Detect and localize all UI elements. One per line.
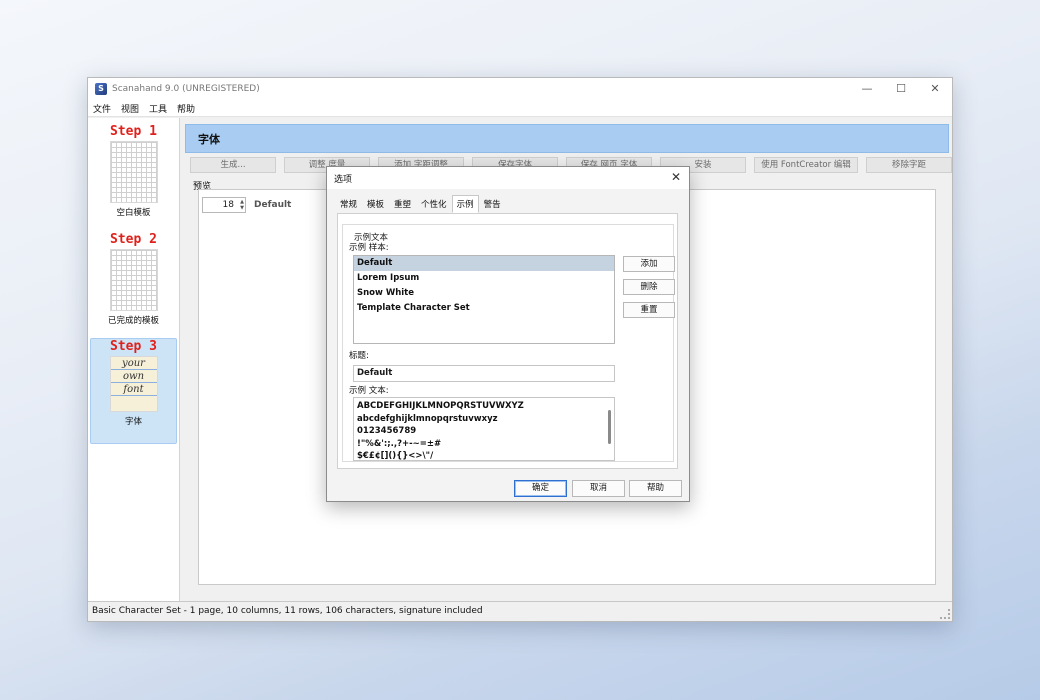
step-label: Step 1	[110, 124, 157, 139]
dialog-close-icon[interactable]: ✕	[671, 170, 681, 184]
sample-text-label: 示例 文本:	[349, 386, 389, 396]
menu-view[interactable]: 视图	[121, 102, 139, 115]
samples-label: 示例 样本:	[349, 243, 389, 253]
step-caption: 空白模板	[116, 208, 151, 218]
step-1-blank-template[interactable]: Step 1 空白模板	[90, 124, 177, 218]
samples-list[interactable]: Default Lorem Ipsum Snow White Template …	[353, 255, 615, 344]
font-thumbnail: your own font	[109, 356, 158, 412]
thumb-line: font	[110, 383, 157, 396]
scrollbar-thumb[interactable]	[608, 410, 611, 444]
tab-sample[interactable]: 示例	[451, 195, 479, 213]
remove-kerning-button[interactable]: 移除字距	[866, 157, 952, 173]
sample-name: Default	[254, 200, 292, 210]
menu-help[interactable]: 帮助	[177, 102, 195, 115]
caption-input[interactable]: Default	[353, 365, 615, 382]
menu-bar: 文件 视图 工具 帮助	[88, 100, 952, 117]
status-bar: Basic Character Set - 1 page, 10 columns…	[88, 601, 952, 621]
blank-template-thumbnail	[109, 141, 158, 203]
steps-sidebar: Step 1 空白模板 Step 2 已完成的模板 Step 3 your ow…	[88, 118, 180, 603]
sample-line: $€£¢[](){}<>\"/	[357, 451, 434, 461]
title-bar[interactable]: S Scanahand 9.0 (UNREGISTERED) — ☐ ✕	[88, 78, 952, 100]
list-item[interactable]: Lorem Ipsum	[354, 271, 614, 286]
status-text: Basic Character Set - 1 page, 10 columns…	[92, 606, 483, 616]
sample-tab-panel: 示例文本 示例 样本: Default Lorem Ipsum Snow Whi…	[337, 213, 678, 469]
step-caption: 已完成的模板	[107, 316, 159, 326]
cancel-button[interactable]: 取消	[572, 480, 625, 497]
step-label: Step 3	[110, 339, 157, 354]
add-sample-button[interactable]: 添加	[623, 256, 675, 272]
ok-button[interactable]: 确定	[514, 480, 567, 497]
page-title: 字体	[185, 124, 949, 153]
step-3-font[interactable]: Step 3 your own font 字体	[90, 338, 177, 444]
edit-with-fontcreator-button[interactable]: 使用 FontCreator 编辑	[754, 157, 858, 173]
sample-line: !"%&':;.,?+-~=±#	[357, 438, 442, 449]
tab-warnings[interactable]: 警告	[479, 195, 506, 213]
options-tabs: 常规 模板 重塑 个性化 示例 警告	[335, 195, 506, 213]
options-dialog: 选项 ✕ 常规 模板 重塑 个性化 示例 警告 示例文本 示例 样本: Defa…	[326, 166, 690, 502]
list-item[interactable]: Template Character Set	[354, 301, 614, 316]
resize-grip-icon[interactable]	[940, 609, 950, 619]
sample-line: 0123456789	[357, 426, 417, 436]
help-button[interactable]: 帮助	[629, 480, 682, 497]
dialog-title-bar[interactable]: 选项 ✕	[327, 167, 689, 189]
dialog-title: 选项	[334, 175, 353, 185]
tab-reshape[interactable]: 重塑	[389, 195, 416, 213]
close-icon[interactable]: ✕	[918, 78, 952, 100]
thumb-line: own	[110, 370, 157, 383]
generate-button[interactable]: 生成...	[190, 157, 276, 173]
menu-tools[interactable]: 工具	[149, 102, 167, 115]
sample-text-group: 示例文本 示例 样本: Default Lorem Ipsum Snow Whi…	[342, 224, 675, 462]
window-title: Scanahand 9.0 (UNREGISTERED)	[112, 84, 260, 94]
window-controls: — ☐ ✕	[850, 78, 952, 100]
tab-personalize[interactable]: 个性化	[416, 195, 452, 213]
caption-label: 标题:	[349, 351, 369, 361]
delete-sample-button[interactable]: 删除	[623, 279, 675, 295]
sample-line: abcdefghijklmnopqrstuvwxyz	[357, 413, 498, 424]
step-caption: 字体	[124, 417, 142, 427]
minimize-icon[interactable]: —	[850, 78, 884, 100]
font-size-value: 18	[222, 200, 234, 210]
list-item[interactable]: Default	[354, 256, 614, 271]
sample-line: ABCDEFGHIJKLMNOPQRSTUVWXYZ	[357, 401, 524, 411]
spin-arrows-icon[interactable]: ▲ ▼	[236, 199, 244, 211]
reset-samples-button[interactable]: 重置	[623, 302, 675, 318]
app-logo-icon: S	[95, 83, 107, 95]
completed-template-thumbnail	[109, 249, 158, 311]
tab-template[interactable]: 模板	[362, 195, 389, 213]
maximize-icon[interactable]: ☐	[884, 78, 918, 100]
step-label: Step 2	[110, 232, 157, 247]
sample-text-area[interactable]: ABCDEFGHIJKLMNOPQRSTUVWXYZ abcdefghijklm…	[353, 397, 615, 461]
step-2-completed-template[interactable]: Step 2 已完成的模板	[90, 232, 177, 326]
list-item[interactable]: Snow White	[354, 286, 614, 301]
tab-general[interactable]: 常规	[335, 195, 362, 213]
menu-file[interactable]: 文件	[93, 102, 111, 115]
font-size-stepper[interactable]: 18 ▲ ▼	[202, 197, 246, 213]
thumb-line: your	[110, 357, 157, 370]
